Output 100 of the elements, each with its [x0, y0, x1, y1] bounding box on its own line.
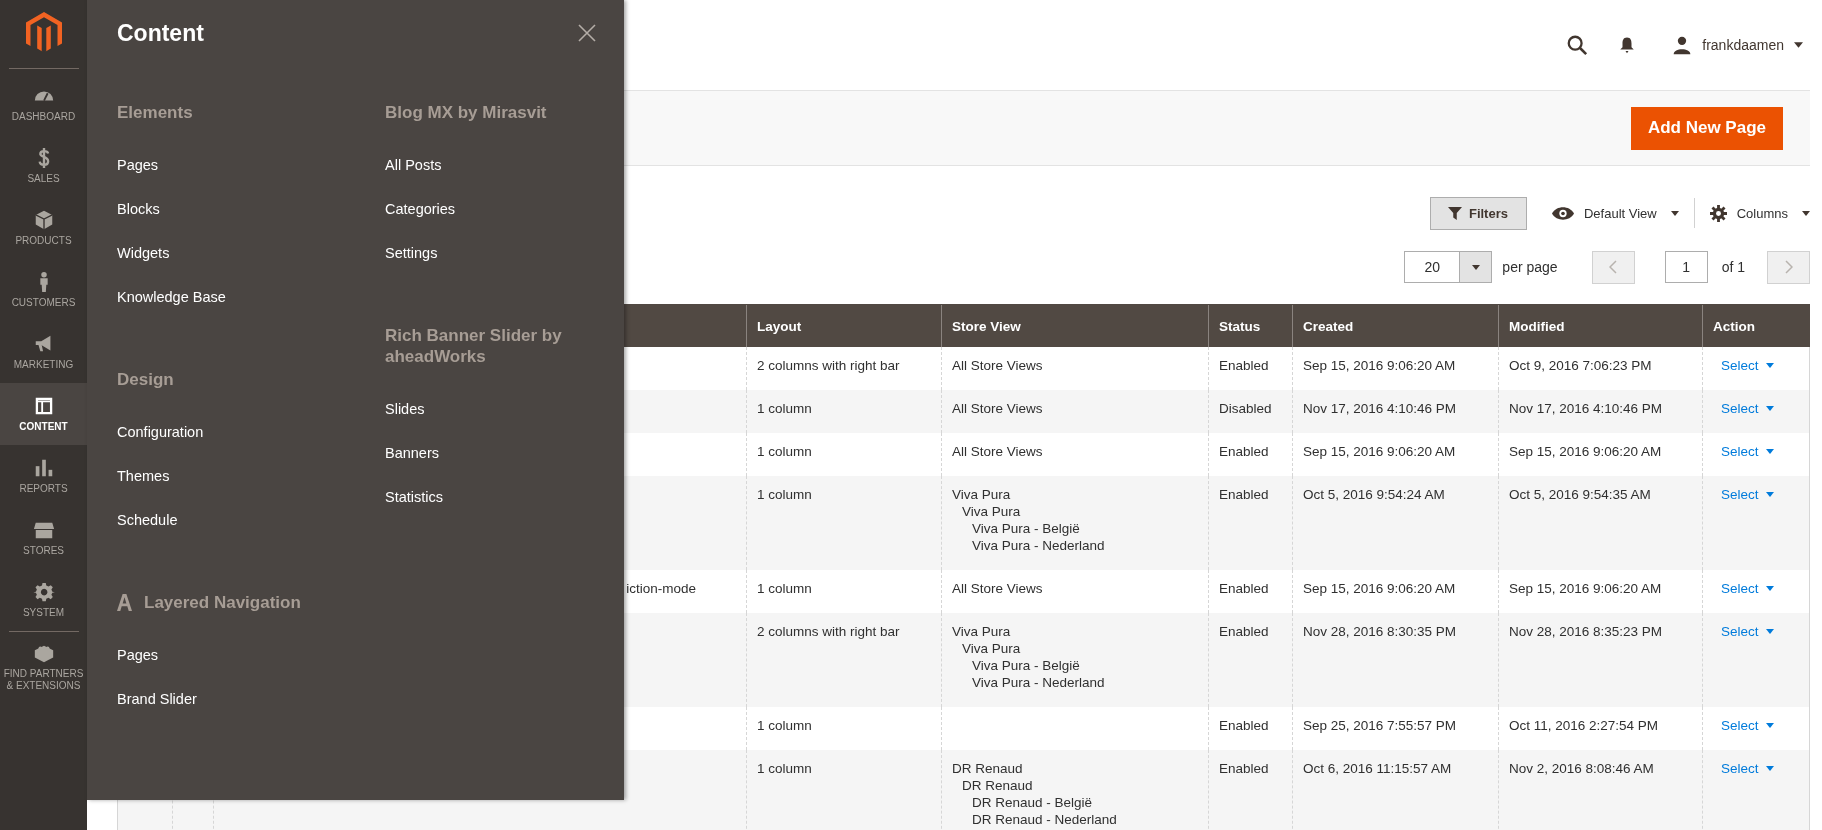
sidebar-item[interactable]: REPORTS	[0, 445, 87, 507]
caret-icon	[1765, 586, 1774, 591]
box-icon	[32, 209, 55, 231]
sidebar-item[interactable]: FIND PARTNERS & EXTENSIONS	[0, 636, 87, 698]
select-action-link[interactable]: Select	[1721, 486, 1774, 503]
filters-button[interactable]: Filters	[1429, 196, 1527, 230]
caret-icon	[1765, 449, 1774, 454]
table-cell: Sep 15, 2016 9:06:20 AM	[1509, 581, 1662, 596]
eye-icon	[1551, 206, 1574, 220]
sidebar-item[interactable]: MARKETING	[0, 321, 87, 383]
table-cell: Nov 17, 2016 4:10:46 PM	[1303, 401, 1457, 416]
columns-dropdown[interactable]: Columns	[1709, 204, 1810, 222]
store-view-item: Viva Pura - België	[971, 520, 1080, 537]
sidebar-item[interactable]: STORES	[0, 507, 87, 569]
table-cell: Oct 5, 2016 9:54:24 AM	[1303, 487, 1445, 502]
menu-item[interactable]: Configuration	[117, 410, 204, 454]
sidebar-item[interactable]: SYSTEM	[0, 569, 87, 631]
menu-section-heading: Blog MX by Mirasvit	[385, 102, 547, 123]
menu-item[interactable]: Pages	[117, 633, 159, 677]
column-header[interactable]: Status	[1208, 304, 1293, 347]
store-view-item: DR Renaud	[961, 777, 1033, 794]
chevron-left-icon	[1609, 260, 1618, 274]
table-cell: 1 column	[757, 487, 812, 502]
menu-item[interactable]: Slides	[385, 387, 425, 431]
store-view-item: Viva Pura	[961, 503, 1021, 520]
select-action-link[interactable]: Select	[1721, 717, 1774, 734]
table-cell: Enabled	[1219, 624, 1269, 639]
sidebar-item[interactable]: CUSTOMERS	[0, 259, 87, 321]
column-header[interactable]: Modified	[1498, 304, 1703, 347]
user-menu[interactable]: frankdaamen	[1672, 35, 1803, 55]
table-cell: Disabled	[1219, 401, 1272, 416]
close-icon[interactable]	[578, 24, 596, 42]
table-cell: 1 column	[757, 401, 812, 416]
table-cell: Oct 9, 2016 7:06:23 PM	[1509, 358, 1652, 373]
menu-item[interactable]: Settings	[385, 231, 438, 275]
caret-icon	[1471, 264, 1480, 270]
table-cell: 1 column	[757, 444, 812, 459]
table-cell: Nov 28, 2016 8:30:35 PM	[1303, 624, 1457, 639]
menu-section-heading: Rich Banner Slider by aheadWorks	[385, 325, 563, 367]
menu-item[interactable]: Knowledge Base	[117, 275, 226, 319]
table-cell: Nov 28, 2016 8:35:23 PM	[1509, 624, 1663, 639]
table-cell: Sep 15, 2016 9:06:20 AM	[1509, 444, 1662, 459]
menu-title: Content	[117, 19, 204, 47]
table-cell: 1 column	[757, 761, 812, 776]
store-view-item: DR Renaud	[952, 760, 1023, 777]
store-view-item: All Store Views	[952, 357, 1043, 374]
add-new-page-button[interactable]: Add New Page	[1630, 106, 1783, 150]
sidebar-item[interactable]: DASHBOARD	[0, 73, 87, 135]
caret-icon	[1794, 42, 1803, 48]
menu-item[interactable]: Widgets	[117, 231, 170, 275]
select-action-link[interactable]: Select	[1721, 357, 1774, 374]
page-number-field[interactable]: 1	[1664, 251, 1708, 283]
menu-item[interactable]: Pages	[117, 143, 159, 187]
table-cell: Oct 6, 2016 11:15:57 AM	[1303, 761, 1452, 776]
table-cell: Enabled	[1219, 581, 1269, 596]
table-cell: Enabled	[1219, 487, 1269, 502]
search-icon[interactable]	[1566, 34, 1589, 56]
store-view-item: Viva Pura - België	[971, 657, 1080, 674]
store-view-item: DR Renaud - Nederland	[971, 811, 1117, 828]
table-cell: Enabled	[1219, 761, 1269, 776]
column-header[interactable]: Store View	[941, 304, 1209, 347]
caret-icon	[1765, 766, 1774, 771]
table-cell: Sep 25, 2016 7:55:57 PM	[1303, 718, 1457, 733]
menu-item[interactable]: Blocks	[117, 187, 160, 231]
column-header[interactable]: Layout	[746, 304, 942, 347]
menu-item[interactable]: Brand Slider	[117, 677, 197, 721]
sidebar-item[interactable]: SALES	[0, 135, 87, 197]
sidebar-item[interactable]: PRODUCTS	[0, 197, 87, 259]
table-cell: Enabled	[1219, 358, 1269, 373]
select-action-link[interactable]: Select	[1721, 400, 1774, 417]
select-action-link[interactable]: Select	[1721, 760, 1774, 777]
page-total: of 1	[1721, 259, 1745, 275]
letter-logo-icon	[117, 593, 132, 612]
menu-item[interactable]: All Posts	[385, 143, 442, 187]
menu-item[interactable]: Categories	[385, 187, 456, 231]
per-page-select[interactable]: 20	[1404, 251, 1493, 283]
store-view-item: All Store Views	[952, 400, 1043, 417]
table-cell: Sep 15, 2016 9:06:20 AM	[1303, 358, 1456, 373]
menu-item[interactable]: Themes	[117, 454, 170, 498]
column-header[interactable]: Created	[1292, 304, 1499, 347]
store-view-item: Viva Pura	[952, 486, 1011, 503]
store-view-item: Viva Pura - Nederland	[971, 674, 1105, 691]
bell-icon[interactable]	[1618, 35, 1637, 55]
select-action-link[interactable]: Select	[1721, 623, 1774, 640]
menu-item[interactable]: Statistics	[385, 475, 443, 519]
chevron-right-icon	[1784, 260, 1793, 274]
table-cell: Oct 11, 2016 2:27:54 PM	[1509, 718, 1659, 733]
table-cell: Enabled	[1219, 718, 1269, 733]
table-cell: Sep 15, 2016 9:06:20 AM	[1303, 581, 1456, 596]
menu-item[interactable]: Banners	[385, 431, 439, 475]
menu-item[interactable]: Schedule	[117, 498, 178, 542]
table-cell: 2 columns with right bar	[757, 358, 900, 373]
select-action-link[interactable]: Select	[1721, 443, 1774, 460]
sidebar-item[interactable]: CONTENT	[0, 383, 87, 445]
table-cell: iction-mode	[626, 581, 696, 596]
caret-icon	[1765, 492, 1774, 497]
select-action-link[interactable]: Select	[1721, 580, 1774, 597]
view-dropdown[interactable]: Default View	[1551, 205, 1679, 221]
column-header[interactable]: Action	[1702, 304, 1810, 347]
user-icon	[1672, 35, 1693, 55]
